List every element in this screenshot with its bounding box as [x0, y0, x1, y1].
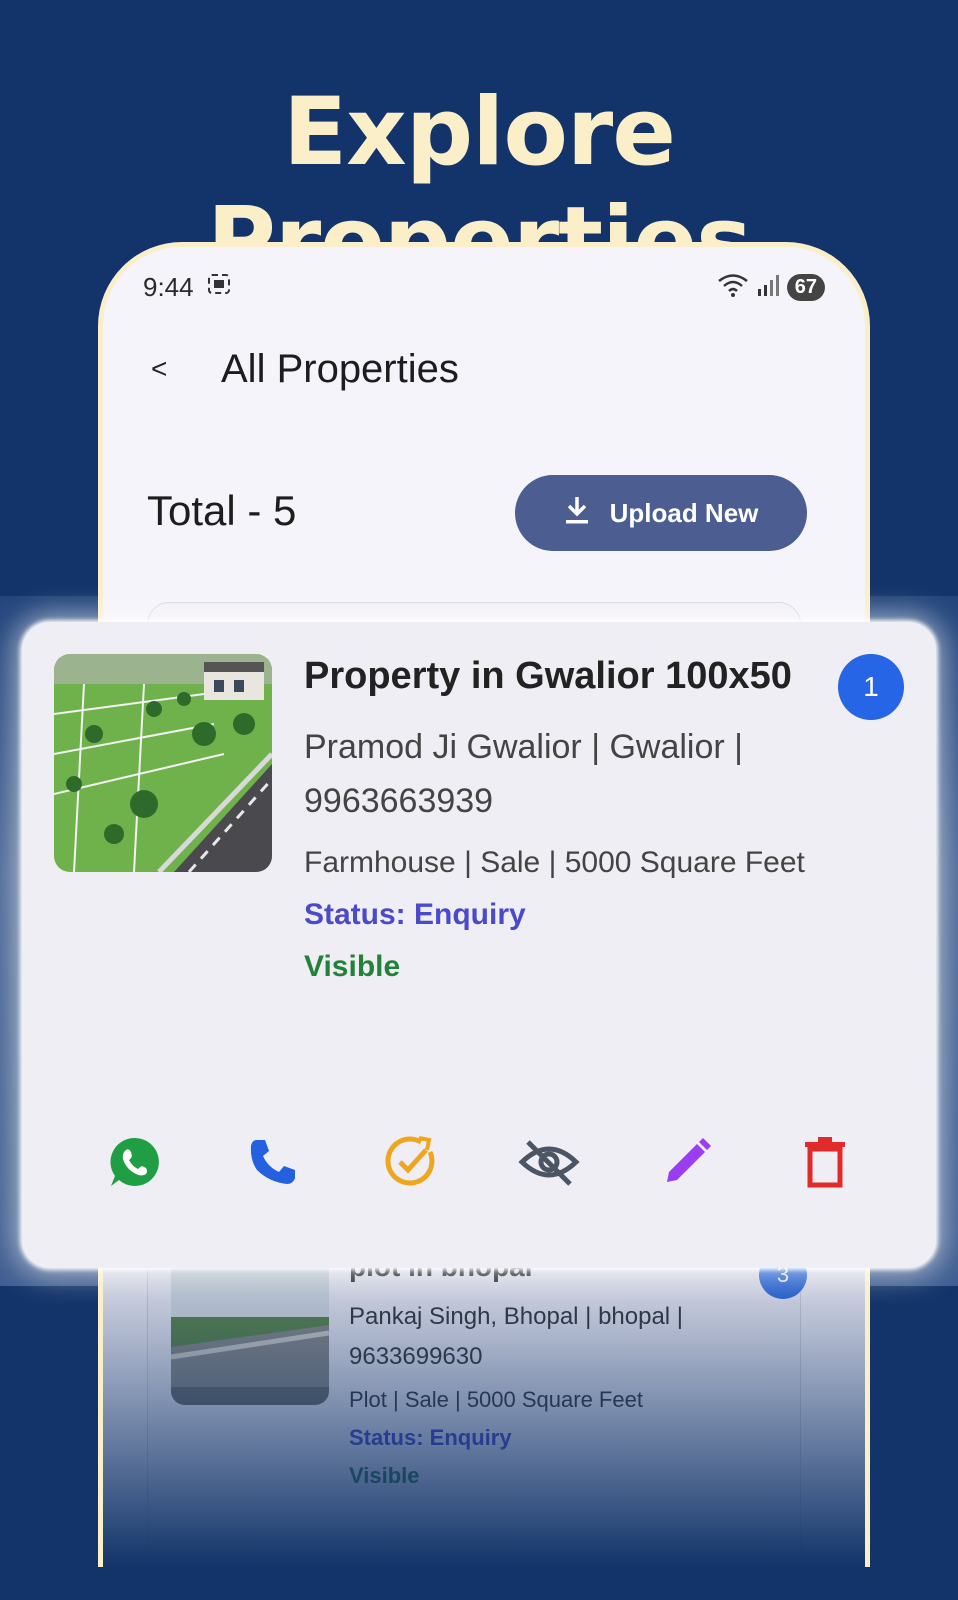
status-time: 9:44	[143, 271, 194, 302]
battery-indicator: 67	[786, 273, 825, 301]
signal-icon	[757, 273, 779, 302]
app-bar: < All Properties	[143, 339, 459, 399]
property-owner: Pramod Ji Gwalior | Gwalior | 9963663939	[304, 728, 743, 820]
status-bar: 9:44 67	[143, 269, 825, 305]
whatsapp-button[interactable]	[80, 1122, 190, 1202]
whatsapp-icon	[110, 1137, 159, 1186]
property-status: Status: Enquiry	[304, 898, 526, 931]
upload-new-label: Upload New	[609, 497, 759, 528]
property-meta: Plot | Sale | 5000 Square Feet	[349, 1387, 643, 1412]
mark-status-button[interactable]	[356, 1122, 466, 1202]
property-status: Status: Enquiry	[349, 1425, 512, 1450]
edit-button[interactable]	[632, 1122, 742, 1202]
property-meta: Farmhouse | Sale | 5000 Square Feet	[304, 846, 805, 879]
featured-property-card[interactable]: Property in Gwalior 100x50 Pramod Ji Gwa…	[22, 622, 936, 1268]
check-circle-icon	[385, 1136, 435, 1186]
upload-new-button[interactable]: Upload New	[515, 475, 807, 551]
wifi-icon	[717, 273, 749, 302]
property-badge: 1	[838, 654, 904, 720]
property-owner: Pankaj Singh, Bhopal | bhopal | 96336996…	[349, 1303, 684, 1370]
back-button[interactable]: <	[143, 353, 221, 385]
property-actions	[80, 1122, 880, 1202]
phone-icon	[250, 1140, 295, 1184]
edit-icon	[667, 1138, 711, 1182]
call-button[interactable]	[218, 1122, 328, 1202]
property-thumbnail	[171, 1247, 329, 1405]
page-title: All Properties	[221, 346, 459, 391]
property-visibility: Visible	[349, 1463, 420, 1488]
property-title: Property in Gwalior 100x50	[304, 655, 792, 697]
delete-icon	[805, 1137, 845, 1188]
screenshot-icon	[206, 272, 232, 303]
eye-off-icon	[518, 1140, 580, 1186]
toggle-visibility-button[interactable]	[494, 1122, 604, 1202]
total-count: Total - 5	[147, 487, 297, 534]
property-thumbnail	[54, 654, 272, 872]
delete-button[interactable]	[770, 1122, 880, 1202]
download-icon	[564, 495, 590, 532]
property-visibility: Visible	[304, 950, 401, 983]
